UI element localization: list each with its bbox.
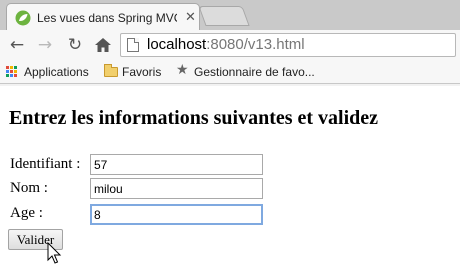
reload-icon[interactable]: ↻ [64,34,86,56]
nom-input[interactable] [90,178,263,199]
page-icon [127,38,139,52]
close-icon[interactable]: ✕ [185,9,196,25]
page-content: Entrez les informations suivantes et val… [0,86,460,272]
nom-label: Nom : [10,180,48,196]
tab-active[interactable]: Les vues dans Spring MVC ✕ [6,3,200,30]
forward-arrow-icon[interactable]: → [34,34,56,56]
new-tab-button[interactable] [198,6,250,26]
bookmark-label: Gestionnaire de favo... [194,65,315,79]
toolbar: ← → ↻ localhost:8080/v13.html [0,30,460,60]
bookmark-favoris[interactable]: Favoris [104,64,170,80]
bookmark-label: Applications [24,65,89,79]
identifiant-input[interactable] [90,154,263,175]
back-arrow-icon[interactable]: ← [6,34,28,56]
bookmark-label: Favoris [122,65,162,79]
star-icon: ★ [176,62,189,78]
apps-grid-icon [6,66,18,78]
folder-icon [104,64,118,77]
age-input[interactable] [90,204,263,225]
browser-chrome: Les vues dans Spring MVC ✕ ← → ↻ localho… [0,0,460,86]
identifiant-label: Identifiant : [10,156,81,172]
bookmark-manager[interactable]: ★ Gestionnaire de favo... [176,62,456,80]
age-label: Age : [10,205,43,221]
page-heading: Entrez les informations suivantes et val… [9,107,379,129]
url-path: :8080/v13.html [206,36,305,53]
spring-leaf-icon [15,10,31,26]
tab-title: Les vues dans Spring MVC [37,11,177,25]
url-text: localhost:8080/v13.html [147,36,305,53]
mouse-cursor-icon [47,242,62,264]
url-host: localhost [147,36,207,53]
bookmarks-bar: Applications Favoris ★ Gestionnaire de f… [0,60,460,84]
home-icon[interactable] [92,34,114,56]
bookmark-applications[interactable]: Applications [6,64,100,80]
tab-strip: Les vues dans Spring MVC ✕ [0,0,460,30]
address-bar[interactable]: localhost:8080/v13.html [120,33,456,57]
